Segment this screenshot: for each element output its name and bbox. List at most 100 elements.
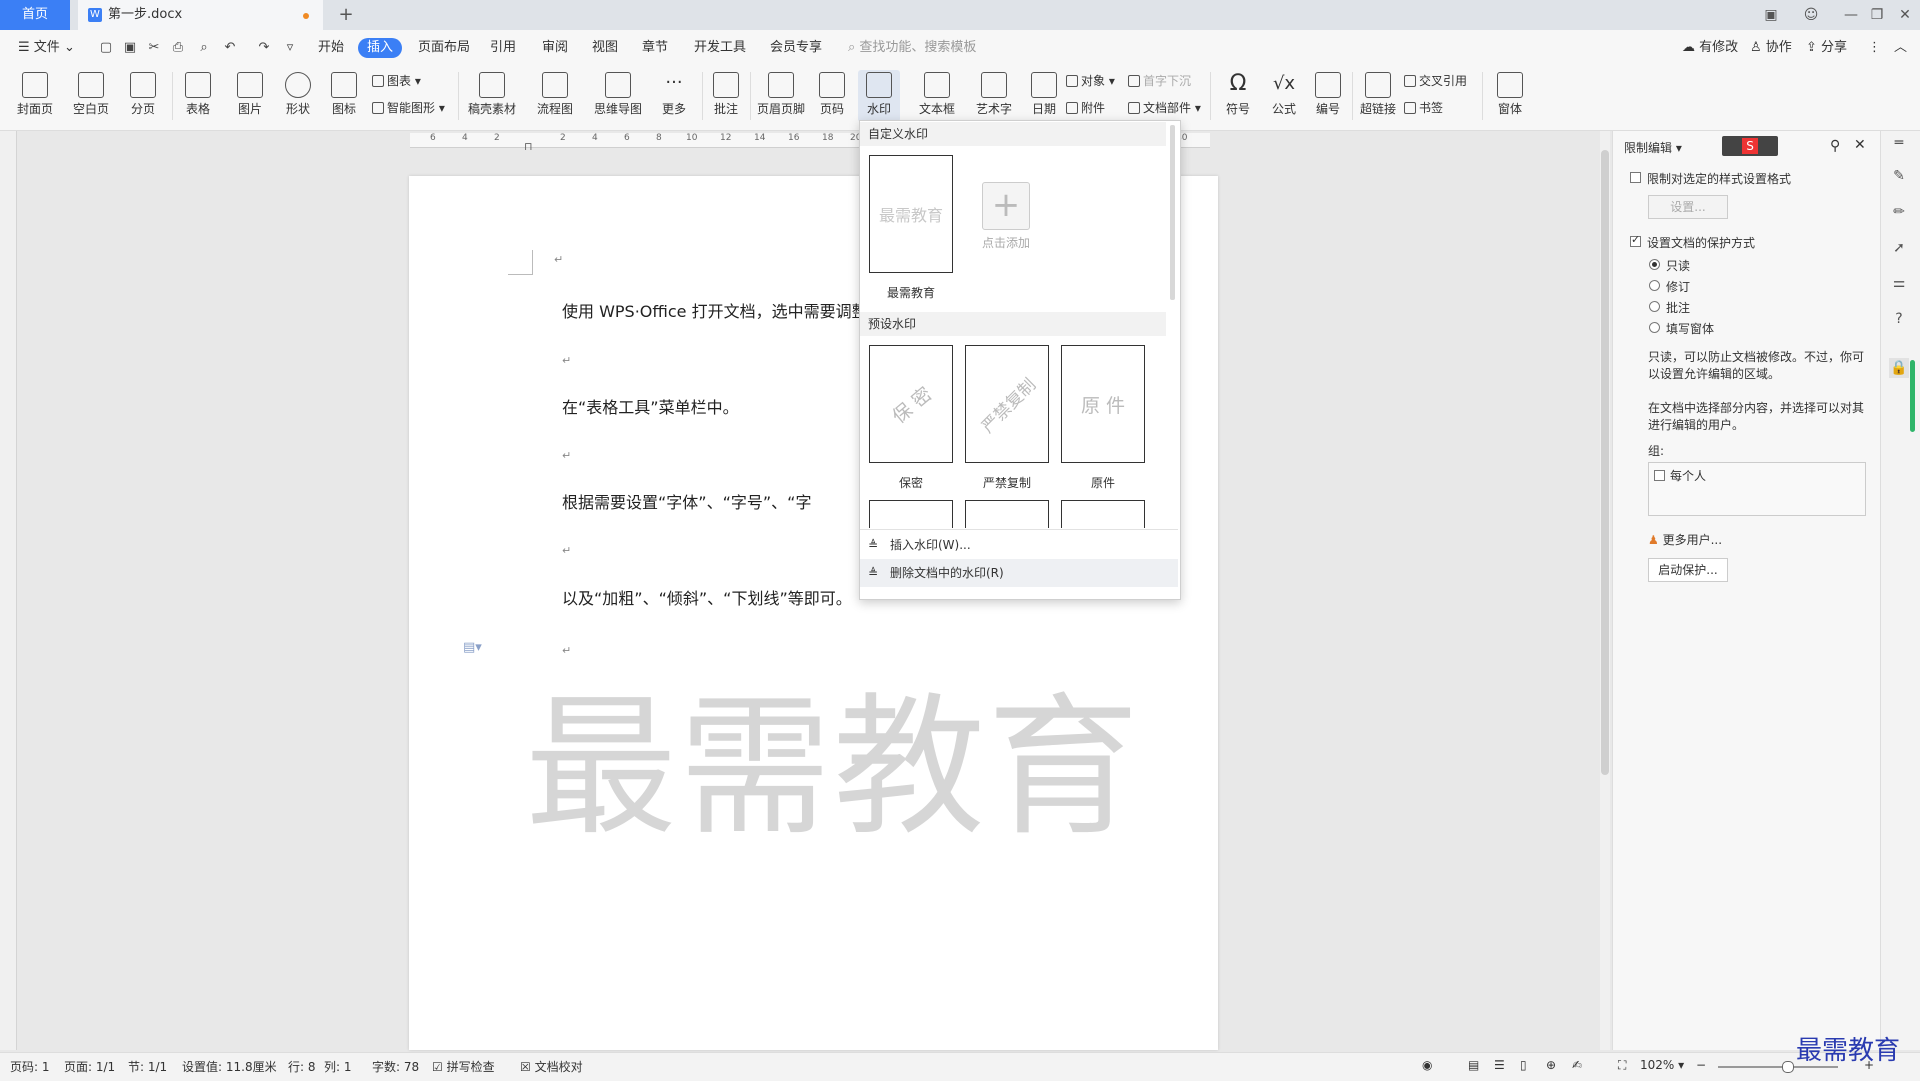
adjust-icon[interactable]: ⚌ bbox=[1889, 273, 1909, 293]
menu-page-layout[interactable]: 页面布局 bbox=[412, 38, 476, 58]
formula-button[interactable]: √x 公式 bbox=[1264, 70, 1304, 122]
shape-button[interactable]: 形状 bbox=[278, 70, 318, 122]
share-button[interactable]: ⇪ 分享 bbox=[1800, 38, 1853, 58]
insert-watermark-action[interactable]: ≜ 插入水印(W)... bbox=[860, 531, 1178, 559]
proofread-button[interactable]: ☒ 文档校对 bbox=[520, 1058, 583, 1075]
picture-button[interactable]: 图片 bbox=[230, 70, 270, 122]
menu-view[interactable]: 视图 bbox=[586, 38, 624, 58]
preset-watermark-card-partial[interactable] bbox=[869, 500, 953, 528]
header-footer-button[interactable]: 页眉页脚 bbox=[756, 70, 806, 122]
custom-watermark-card[interactable]: 最需教育 bbox=[869, 155, 953, 273]
help-icon[interactable]: ? bbox=[1889, 309, 1909, 329]
status-setting[interactable]: 设置值: 11.8厘米 bbox=[182, 1058, 277, 1075]
add-watermark-label[interactable]: 点击添加 bbox=[968, 234, 1044, 251]
menu-developer[interactable]: 开发工具 bbox=[688, 38, 752, 58]
restore-icon[interactable]: ❐ bbox=[1862, 0, 1892, 30]
menu-start[interactable]: 开始 bbox=[312, 38, 350, 58]
status-pages[interactable]: 页面: 1/1 bbox=[64, 1058, 115, 1075]
menu-references[interactable]: 引用 bbox=[484, 38, 522, 58]
new-doc-icon[interactable]: ▢ bbox=[98, 40, 114, 56]
radio-revision[interactable] bbox=[1649, 280, 1660, 291]
protect-mode-checkbox[interactable]: ✓ bbox=[1630, 233, 1641, 247]
page-break-button[interactable]: 分页 bbox=[122, 70, 164, 122]
status-col[interactable]: 列: 1 bbox=[324, 1058, 352, 1075]
table-button[interactable]: 表格 bbox=[178, 70, 218, 122]
close-window-icon[interactable]: ✕ bbox=[1890, 0, 1920, 30]
comment-button[interactable]: 批注 bbox=[708, 70, 744, 122]
everyone-checkbox[interactable] bbox=[1654, 470, 1665, 481]
menu-member[interactable]: 会员专享 bbox=[764, 38, 828, 58]
page-number-button[interactable]: 页码 bbox=[812, 70, 852, 122]
modified-button[interactable]: ☁ 有修改 bbox=[1676, 38, 1744, 58]
document-paragraph[interactable]: 使用 WPS·Office 打开文档，选中需要调整 bbox=[562, 298, 868, 322]
textbox-button[interactable]: 文本框 bbox=[914, 70, 960, 122]
status-word-count[interactable]: 字数: 78 bbox=[372, 1058, 419, 1075]
new-tab-plus-icon[interactable]: + bbox=[334, 0, 358, 30]
print-icon[interactable]: ⎙ bbox=[170, 40, 186, 56]
radio-fill-form[interactable] bbox=[1649, 322, 1660, 333]
read-view-icon[interactable]: ▯ bbox=[1520, 1058, 1527, 1072]
customize-icon[interactable]: ▿ bbox=[282, 40, 298, 56]
watermark-button[interactable]: 水印 bbox=[858, 70, 900, 122]
tab-home[interactable]: 首页 bbox=[0, 0, 70, 30]
lock-indent-icon[interactable]: ⊓ bbox=[524, 140, 533, 153]
material-button[interactable]: 稿壳素材 bbox=[466, 70, 518, 122]
numbering-button[interactable]: 编号 bbox=[1310, 70, 1346, 122]
object-button[interactable]: 对象 ▾ bbox=[1066, 72, 1115, 90]
document-paragraph[interactable]: 以及“加粗”、“倾斜”、“下划线”等即可。 bbox=[562, 585, 852, 609]
more-options-icon[interactable]: ⋮ bbox=[1862, 38, 1887, 58]
panel-title[interactable]: 限制编辑 ▾ bbox=[1624, 139, 1682, 156]
delete-watermark-action[interactable]: ≜ 删除文档中的水印(R) bbox=[860, 559, 1178, 587]
lock-icon[interactable]: 🔒 bbox=[1889, 358, 1909, 378]
close-panel-icon[interactable]: ✕ bbox=[1854, 137, 1866, 153]
save-icon[interactable]: ▣ bbox=[122, 40, 138, 56]
blank-page-button[interactable]: 空白页 bbox=[68, 70, 114, 122]
fit-page-icon[interactable]: ⛶ bbox=[1618, 1058, 1626, 1073]
side-collapse-icon[interactable]: ═ bbox=[1889, 133, 1909, 153]
bookmark-button[interactable]: 书签 bbox=[1404, 99, 1443, 117]
doc-part-button[interactable]: 文档部件 ▾ bbox=[1128, 99, 1201, 117]
collapse-ribbon-icon[interactable]: ︿ bbox=[1888, 38, 1913, 58]
smart-art-button[interactable]: 智能图形 ▾ bbox=[372, 99, 445, 117]
menu-review[interactable]: 审阅 bbox=[536, 38, 574, 58]
attachment-button[interactable]: 附件 bbox=[1066, 99, 1105, 117]
more-button[interactable]: ··· 更多 bbox=[654, 70, 694, 122]
undo-icon[interactable]: ↶ bbox=[222, 40, 238, 56]
search-box[interactable]: ⌕ 查找功能、搜索模板 bbox=[842, 38, 982, 58]
zoom-out-icon[interactable]: − bbox=[1696, 1058, 1706, 1072]
style-icon[interactable]: ✎ bbox=[1889, 166, 1909, 186]
paragraph-handle-icon[interactable]: ▤▾ bbox=[463, 640, 482, 655]
status-row[interactable]: 行: 8 bbox=[288, 1058, 316, 1075]
flowchart-button[interactable]: 流程图 bbox=[530, 70, 580, 122]
settings-button[interactable]: 设置... bbox=[1648, 195, 1728, 219]
edit-pen-icon[interactable]: ✏ bbox=[1889, 202, 1909, 222]
menu-chapter[interactable]: 章节 bbox=[636, 38, 674, 58]
status-page-number[interactable]: 页码: 1 bbox=[10, 1058, 50, 1075]
web-view-icon[interactable]: ⊕ bbox=[1546, 1058, 1556, 1072]
tab-document[interactable]: W 第一步.docx bbox=[78, 0, 323, 30]
preset-watermark-card[interactable]: 严禁复制 bbox=[965, 345, 1049, 463]
print-preview-icon[interactable]: ⌕ bbox=[196, 40, 212, 56]
input-method-badge[interactable]: S bbox=[1722, 136, 1778, 156]
symbol-button[interactable]: Ω 符号 bbox=[1218, 70, 1258, 122]
file-menu[interactable]: ☰ 文件 ⌄ bbox=[12, 38, 81, 58]
preset-watermark-card[interactable]: 保 密 bbox=[869, 345, 953, 463]
collab-button[interactable]: ♙ 协作 bbox=[1744, 38, 1798, 58]
write-view-icon[interactable]: ✍ bbox=[1572, 1058, 1582, 1072]
status-section[interactable]: 节: 1/1 bbox=[128, 1058, 167, 1075]
window-layout-icon[interactable]: ▣ bbox=[1756, 0, 1786, 30]
page-view-icon[interactable]: ▤ bbox=[1468, 1058, 1479, 1072]
date-button[interactable]: 日期 bbox=[1026, 70, 1062, 122]
zoom-slider-thumb[interactable] bbox=[1782, 1061, 1794, 1073]
dropdown-scrollbar[interactable] bbox=[1170, 125, 1175, 300]
wordart-button[interactable]: 艺术字 bbox=[970, 70, 1018, 122]
radio-readonly[interactable] bbox=[1649, 259, 1660, 270]
hyperlink-button[interactable]: 超链接 bbox=[1358, 70, 1398, 122]
document-paragraph[interactable]: 在“表格工具”菜单栏中。 bbox=[562, 394, 739, 418]
format-painter-icon[interactable]: ✂ bbox=[146, 40, 162, 56]
eye-protect-icon[interactable]: ◉ bbox=[1422, 1058, 1432, 1072]
cross-reference-button[interactable]: 交叉引用 bbox=[1404, 72, 1467, 90]
limit-format-checkbox[interactable] bbox=[1630, 172, 1641, 183]
radio-comment[interactable] bbox=[1649, 301, 1660, 312]
scrollbar-thumb[interactable] bbox=[1601, 150, 1609, 775]
